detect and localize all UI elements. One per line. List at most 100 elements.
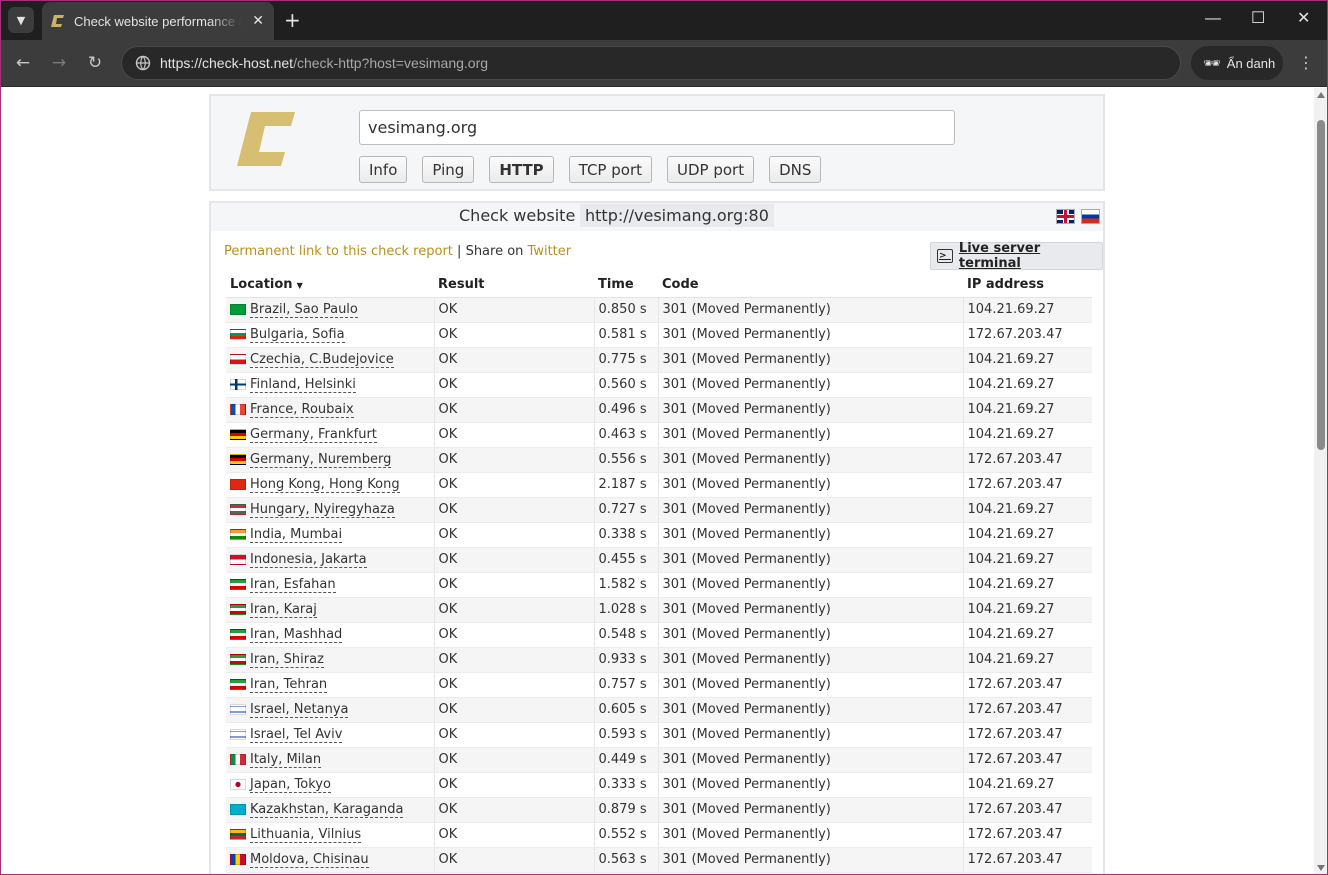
reload-icon[interactable]: ↻	[84, 52, 106, 74]
scroll-up-icon[interactable]	[1317, 92, 1325, 98]
tab-search-button[interactable]: ▼	[8, 7, 34, 33]
location-link[interactable]: Bulgaria, Sofia	[250, 327, 345, 343]
permalink-link[interactable]: Permanent link to this check report	[224, 244, 453, 259]
incognito-button[interactable]: 🕶 Ẩn danh	[1191, 46, 1283, 80]
ip-cell: 172.67.203.47	[962, 447, 1092, 473]
result-cell: OK	[433, 472, 594, 498]
tcp-port-button[interactable]: TCP port	[568, 156, 652, 183]
forward-arrow-icon[interactable]: →	[48, 52, 70, 74]
browser-tab[interactable]: Check website performance and ✕	[42, 2, 274, 40]
location-link[interactable]: Iran, Mashhad	[250, 627, 343, 643]
back-arrow-icon[interactable]: ←	[12, 52, 34, 74]
location-cell: Finland, Helsinki	[226, 372, 434, 398]
new-tab-plus-icon[interactable]: +	[284, 9, 301, 31]
ip-cell: 104.21.69.27	[962, 597, 1092, 623]
location-link[interactable]: Iran, Karaj	[250, 602, 317, 618]
code-cell: 301 (Moved Permanently)	[657, 572, 963, 598]
location-link[interactable]: Germany, Nuremberg	[250, 452, 392, 468]
location-link[interactable]: Moldova, Chisinau	[250, 852, 369, 868]
host-input[interactable]: vesimang.org	[359, 110, 955, 145]
location-cell: Czechia, C.Budejovice	[226, 347, 434, 373]
table-row: India, Mumbai OK 0.338 s 301 (Moved Permane…	[226, 522, 1092, 548]
result-cell: OK	[433, 622, 594, 648]
location-cell: Hong Kong, Hong Kong	[226, 472, 434, 498]
location-link[interactable]: Germany, Frankfurt	[250, 427, 377, 443]
time-cell: 0.563 s	[593, 847, 658, 873]
location-link[interactable]: Czechia, C.Budejovice	[250, 352, 394, 368]
code-cell: 301 (Moved Permanently)	[657, 547, 963, 573]
location-link[interactable]: Hong Kong, Hong Kong	[250, 477, 400, 493]
scroll-thumb[interactable]	[1317, 120, 1325, 450]
code-cell: 301 (Moved Permanently)	[657, 472, 963, 498]
location-link[interactable]: France, Roubaix	[250, 402, 354, 418]
url-text: https://check-host.net/check-http?host=v…	[160, 55, 488, 71]
country-flag-icon	[230, 604, 246, 615]
column-header-code: Code	[658, 273, 963, 298]
location-link[interactable]: Iran, Tehran	[250, 677, 328, 693]
url-path: /check-http?host=vesimang.org	[293, 55, 489, 71]
column-header-ip: IP address	[963, 273, 1092, 298]
ip-cell: 172.67.203.47	[962, 672, 1092, 698]
ping-button[interactable]: Ping	[422, 156, 475, 183]
twitter-link[interactable]: Twitter	[528, 244, 572, 259]
result-cell: OK	[433, 772, 594, 798]
browser-menu-icon[interactable]: ⋮	[1298, 52, 1314, 74]
location-link[interactable]: Brazil, Sao Paulo	[250, 302, 358, 318]
english-flag-icon[interactable]	[1056, 209, 1075, 224]
http-button[interactable]: HTTP	[489, 156, 554, 183]
result-cell: OK	[433, 697, 594, 723]
result-cell: OK	[433, 647, 594, 673]
ip-cell: 104.21.69.27	[962, 772, 1092, 798]
ip-cell: 104.21.69.27	[962, 647, 1092, 673]
location-link[interactable]: Israel, Tel Aviv	[250, 727, 343, 743]
ip-cell: 172.67.203.47	[962, 697, 1092, 723]
live-terminal-button[interactable]: >_ Live server terminal	[930, 241, 1103, 271]
result-target: http://vesimang.org:80	[580, 204, 774, 227]
location-link[interactable]: Hungary, Nyiregyhaza	[250, 502, 395, 518]
code-cell: 301 (Moved Permanently)	[657, 647, 963, 673]
address-bar[interactable]: https://check-host.net/check-http?host=v…	[121, 46, 1181, 80]
location-link[interactable]: Lithuania, Vilnius	[250, 827, 362, 843]
location-link[interactable]: Italy, Milan	[250, 752, 322, 768]
info-button[interactable]: Info	[359, 156, 408, 183]
code-cell: 301 (Moved Permanently)	[657, 347, 963, 373]
site-info-icon[interactable]	[128, 55, 158, 71]
ip-cell: 104.21.69.27	[962, 572, 1092, 598]
table-row: Hong Kong, Hong Kong OK 2.187 s 301 (Moved …	[226, 472, 1092, 498]
result-title: Check website	[459, 206, 576, 225]
location-cell: Iran, Esfahan	[226, 572, 434, 598]
table-row: Iran, Karaj OK 1.028 s 301 (Moved Permanent…	[226, 597, 1092, 623]
ip-cell: 172.67.203.47	[962, 747, 1092, 773]
country-flag-icon	[230, 629, 246, 640]
location-link[interactable]: Israel, Netanya	[250, 702, 349, 718]
maximize-icon[interactable]: ☐	[1251, 9, 1265, 29]
location-link[interactable]: Finland, Helsinki	[250, 377, 356, 393]
minimize-icon[interactable]: —	[1205, 9, 1221, 29]
window-close-icon[interactable]: ✕	[1297, 9, 1310, 29]
location-link[interactable]: Iran, Shiraz	[250, 652, 324, 668]
check-host-logo[interactable]	[237, 112, 297, 172]
column-header-location[interactable]: Location ▼	[226, 273, 434, 298]
time-cell: 0.850 s	[593, 297, 658, 323]
location-link[interactable]: India, Mumbai	[250, 527, 343, 543]
time-cell: 0.605 s	[593, 697, 658, 723]
table-body: Brazil, Sao Paulo OK 0.850 s 301 (Moved Per…	[226, 297, 1092, 873]
dns-button[interactable]: DNS	[769, 156, 822, 183]
table-row: Kazakhstan, Karaganda OK 0.879 s 301 (Moved…	[226, 797, 1092, 823]
location-link[interactable]: Kazakhstan, Karaganda	[250, 802, 404, 818]
table-row: Bulgaria, Sofia OK 0.581 s 301 (Moved Perma…	[226, 322, 1092, 348]
tab-close-icon[interactable]: ✕	[252, 12, 264, 30]
location-link[interactable]: Iran, Esfahan	[250, 577, 336, 593]
scroll-down-icon[interactable]	[1317, 865, 1325, 871]
russian-flag-icon[interactable]	[1081, 209, 1100, 224]
page-scrollbar[interactable]	[1314, 88, 1328, 875]
code-cell: 301 (Moved Permanently)	[657, 447, 963, 473]
country-flag-icon	[230, 429, 246, 440]
country-flag-icon	[230, 454, 246, 465]
location-link[interactable]: Japan, Tokyo	[250, 777, 331, 793]
location-link[interactable]: Indonesia, Jakarta	[250, 552, 367, 568]
result-cell: OK	[433, 572, 594, 598]
udp-port-button[interactable]: UDP port	[667, 156, 755, 183]
ip-cell: 172.67.203.47	[962, 822, 1092, 848]
table-row: Lithuania, Vilnius OK 0.552 s 301 (Moved Pe…	[226, 822, 1092, 848]
